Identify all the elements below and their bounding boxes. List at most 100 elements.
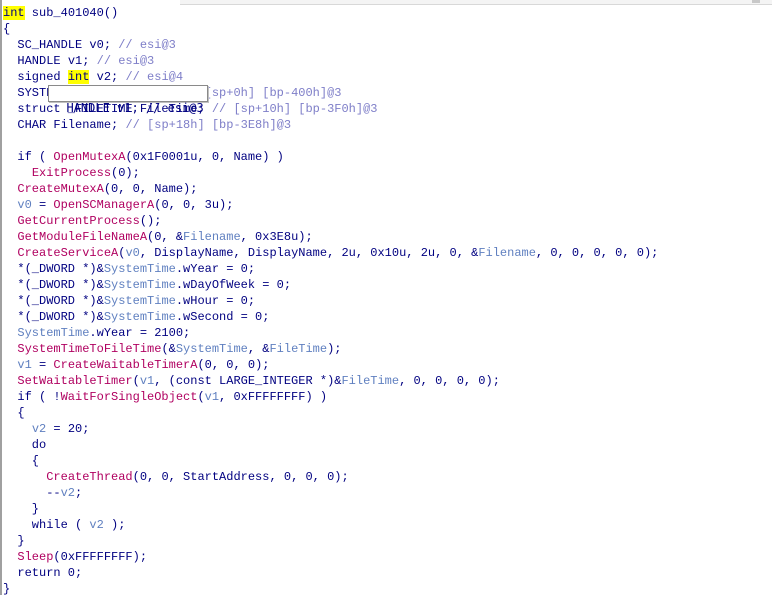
code-line[interactable]: } xyxy=(3,501,658,517)
code-token[interactable]: GetCurrentProcess xyxy=(17,214,139,228)
code-token[interactable]: SystemTime xyxy=(104,294,176,308)
editor-left-border xyxy=(0,0,2,595)
code-token[interactable]: SetWaitableTimer xyxy=(17,374,132,388)
code-line[interactable]: CreateMutexA(0, 0, Name); xyxy=(3,181,658,197)
code-token: , DisplayName, DisplayName, 2u, 0x10u, 2… xyxy=(139,246,479,260)
code-line[interactable]: SetWaitableTimer(v1, (const LARGE_INTEGE… xyxy=(3,373,658,389)
code-token[interactable]: FileTime xyxy=(269,342,327,356)
code-token: Filename xyxy=(53,118,112,132)
code-token[interactable]: ExitProcess xyxy=(32,166,111,180)
code-token: .wSecond = 0; xyxy=(175,310,270,324)
code-token[interactable]: WaitForSingleObject xyxy=(61,390,198,404)
code-token: ; xyxy=(75,486,83,500)
code-token[interactable]: Filename xyxy=(183,230,241,244)
code-token: (0x1F0001u, 0, Name) ) xyxy=(125,150,284,164)
code-token: (& xyxy=(161,342,176,356)
code-line[interactable]: if ( !WaitForSingleObject(v1, 0xFFFFFFFF… xyxy=(3,389,658,405)
code-line[interactable]: SystemTimeToFileTime(&SystemTime, &FileT… xyxy=(3,341,658,357)
code-token[interactable]: OpenMutexA xyxy=(53,150,125,164)
code-token: v0 xyxy=(89,38,104,52)
code-token: ( xyxy=(132,374,140,388)
code-token: = 20; xyxy=(46,422,90,436)
code-token: { xyxy=(3,454,40,468)
code-token[interactable]: GetModuleFileNameA xyxy=(17,230,147,244)
code-token[interactable]: SystemTime xyxy=(104,262,176,276)
code-line[interactable]: *(_DWORD *)&SystemTime.wSecond = 0; xyxy=(3,309,658,325)
code-line[interactable] xyxy=(3,133,658,149)
code-line[interactable]: { xyxy=(3,405,658,421)
code-token: ; xyxy=(82,54,97,68)
code-token: ( xyxy=(197,390,205,404)
code-line[interactable]: *(_DWORD *)&SystemTime.wDayOfWeek = 0; xyxy=(3,277,658,293)
code-line[interactable]: while ( v2 ); xyxy=(3,517,658,533)
code-line[interactable]: return 0; xyxy=(3,565,658,581)
code-token[interactable]: v0 xyxy=(125,246,139,260)
code-line[interactable]: HANDLE v1; // esi@3 xyxy=(3,53,658,69)
code-line[interactable]: Sleep(0xFFFFFFFF); xyxy=(3,549,658,565)
code-line[interactable]: ExitProcess(0); xyxy=(3,165,658,181)
code-token[interactable]: CreateWaitableTimerA xyxy=(53,358,197,372)
code-token[interactable]: Filename xyxy=(478,246,536,260)
code-token: (0); xyxy=(111,166,140,180)
code-token[interactable]: v1 xyxy=(140,374,154,388)
code-token: (0xFFFFFFFF); xyxy=(53,550,148,564)
code-token[interactable]: OpenSCManagerA xyxy=(53,198,154,212)
code-line[interactable]: CreateThread(0, 0, StartAddress, 0, 0, 0… xyxy=(3,469,658,485)
code-token[interactable]: v1 xyxy=(205,390,219,404)
code-token: return 0; xyxy=(3,566,83,580)
code-token: } xyxy=(3,502,40,516)
code-line[interactable]: } xyxy=(3,533,658,549)
code-token[interactable]: SystemTime xyxy=(176,342,248,356)
code-token[interactable]: v1 xyxy=(17,358,31,372)
code-token: // [sp+10h] [bp-3F0h]@3 xyxy=(211,102,378,116)
code-line[interactable]: GetCurrentProcess(); xyxy=(3,213,658,229)
code-line[interactable]: signed int v2; // esi@4 xyxy=(3,69,658,85)
code-token[interactable]: SystemTime xyxy=(104,278,176,292)
code-token[interactable]: v2 xyxy=(32,422,46,436)
code-token[interactable]: Sleep xyxy=(17,550,53,564)
code-line[interactable]: int sub_401040() xyxy=(3,5,658,21)
code-line[interactable]: if ( OpenMutexA(0x1F0001u, 0, Name) ) xyxy=(3,149,658,165)
code-token[interactable]: SystemTime xyxy=(104,310,176,324)
code-line[interactable]: { xyxy=(3,21,658,37)
code-token: // [sp+18h] [bp-3E8h]@3 xyxy=(125,118,292,132)
code-token[interactable]: v2 xyxy=(61,486,75,500)
code-token: *(_DWORD *)& xyxy=(3,294,104,308)
code-line[interactable]: v0 = OpenSCManagerA(0, 0, 3u); xyxy=(3,197,658,213)
code-line[interactable]: *(_DWORD *)&SystemTime.wYear = 0; xyxy=(3,261,658,277)
code-token: while ( xyxy=(3,518,90,532)
code-token[interactable]: SystemTimeToFileTime xyxy=(17,342,161,356)
code-token: , (const LARGE_INTEGER *)& xyxy=(154,374,342,388)
code-token: v2; xyxy=(89,70,126,84)
code-token: ; xyxy=(103,38,119,52)
scroll-indicator[interactable] xyxy=(752,0,760,3)
code-line[interactable]: SystemTime.wYear = 2100; xyxy=(3,325,658,341)
code-line[interactable]: CreateServiceA(v0, DisplayName, DisplayN… xyxy=(3,245,658,261)
code-token: { xyxy=(3,22,11,36)
code-line[interactable]: GetModuleFileNameA(0, &Filename, 0x3E8u)… xyxy=(3,229,658,245)
code-token: .wYear = 0; xyxy=(175,262,256,276)
code-token[interactable]: CreateServiceA xyxy=(17,246,118,260)
code-token[interactable]: FileTime xyxy=(341,374,399,388)
code-line[interactable]: SC_HANDLE v0; // esi@3 xyxy=(3,37,658,53)
code-line[interactable]: v2 = 20; xyxy=(3,421,658,437)
code-line[interactable]: --v2; xyxy=(3,485,658,501)
code-token: ); xyxy=(103,518,126,532)
code-line[interactable]: v1 = CreateWaitableTimerA(0, 0, 0); xyxy=(3,357,658,373)
code-token: = xyxy=(31,198,54,212)
code-line[interactable]: { xyxy=(3,453,658,469)
code-token: ; xyxy=(111,118,126,132)
code-line[interactable]: CHAR Filename; // [sp+18h] [bp-3E8h]@3 xyxy=(3,117,658,133)
code-token[interactable]: CreateMutexA xyxy=(17,182,103,196)
code-token: (); xyxy=(139,214,162,228)
code-token[interactable]: v2 xyxy=(89,518,103,532)
code-token: // esi@4 xyxy=(125,70,184,84)
code-line[interactable]: do xyxy=(3,437,658,453)
code-token[interactable]: CreateThread xyxy=(46,470,132,484)
code-token: (0, 0, StartAddress, 0, 0, 0); xyxy=(132,470,349,484)
code-token[interactable]: v0 xyxy=(17,198,31,212)
code-token[interactable]: SystemTime xyxy=(17,326,89,340)
code-line[interactable]: *(_DWORD *)&SystemTime.wHour = 0; xyxy=(3,293,658,309)
